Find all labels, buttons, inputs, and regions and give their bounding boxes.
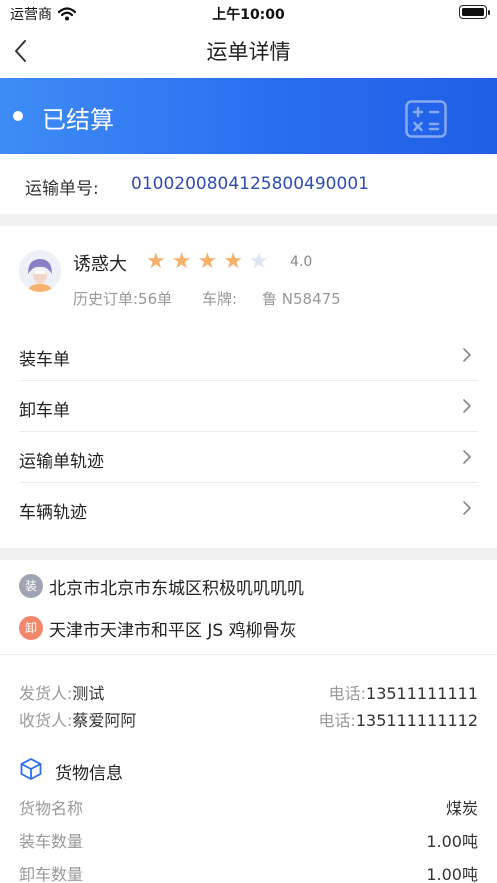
plate-label: 车牌: xyxy=(202,290,238,308)
chevron-right-icon xyxy=(463,450,471,464)
goods-label: 货物名称 xyxy=(19,799,84,818)
status-bar: 运营商 上午10:00 xyxy=(0,0,497,26)
order-number-label: 运输单号: xyxy=(25,179,99,199)
driver-card: 诱惑大 ★ ★ ★ ★ ★ 4.0 历史订单:56单 车牌: 鲁 N58475 xyxy=(0,226,497,321)
menu-item-vehicle-track[interactable]: 车辆轨迹 xyxy=(19,483,478,534)
receiver-label-group: 收货人:蔡爱阿阿 xyxy=(19,707,136,731)
driver-avatar-icon xyxy=(19,250,61,292)
receiver-name: 蔡爱阿阿 xyxy=(72,711,137,730)
sender-phone-group: 电话:13511111111 xyxy=(329,680,478,704)
section-gap xyxy=(0,548,497,560)
sender-label: 发货人: xyxy=(19,684,73,703)
star-icon: ★ xyxy=(248,249,269,274)
driver-name: 诱惑大 xyxy=(73,254,127,275)
page-title: 运单详情 xyxy=(206,40,291,64)
rating-value: 4.0 xyxy=(290,254,313,270)
star-icon: ★ xyxy=(223,249,243,274)
goods-label: 卸车数量 xyxy=(19,865,84,883)
chevron-right-icon xyxy=(463,399,471,413)
star-icon: ★ xyxy=(171,249,192,274)
phone-label: 电话: xyxy=(318,711,356,730)
goods-value: 1.00吨 xyxy=(426,865,478,883)
phone-label: 电话: xyxy=(328,684,367,703)
menu-item-waybill-track[interactable]: 运输单轨迹 xyxy=(19,432,478,483)
unload-badge: 卸 xyxy=(19,616,43,640)
chevron-right-icon xyxy=(463,348,471,362)
rating-stars: ★ ★ ★ ★ ★ xyxy=(146,251,269,273)
load-address: 装 北京市北京市东城区积极叽叽叽叽 xyxy=(19,568,478,608)
load-address-text: 北京市北京市东城区积极叽叽叽叽 xyxy=(49,579,304,599)
receiver-phone[interactable]: 135111111112 xyxy=(356,711,478,730)
status-dot xyxy=(13,111,23,121)
sender-phone[interactable]: 13511111111 xyxy=(366,684,478,703)
menu-item-label: 运输单轨迹 xyxy=(19,452,104,472)
order-number-row: 运输单号: 0100200804125800490001 xyxy=(0,154,497,214)
goods-label: 装车数量 xyxy=(19,832,84,851)
goods-value: 煤炭 xyxy=(445,799,478,818)
avatar xyxy=(19,250,61,292)
menu-item-loading-doc[interactable]: 装车单 xyxy=(19,330,478,381)
menu-item-label: 卸车单 xyxy=(19,401,70,421)
status-banner: 已结算 xyxy=(0,78,497,154)
goods-title: 货物信息 xyxy=(55,764,123,784)
calculator-icon xyxy=(405,100,447,138)
goods-row: 装车数量 1.00吨 xyxy=(19,828,478,854)
star-icon: ★ xyxy=(197,249,218,274)
goods-row: 卸车数量 1.00吨 xyxy=(19,861,478,883)
clock: 上午10:00 xyxy=(212,7,285,23)
order-number-value: 0100200804125800490001 xyxy=(131,174,369,194)
battery-icon xyxy=(459,5,490,19)
goods-row: 货物名称 煤炭 xyxy=(19,795,478,821)
plate-number: 鲁 N58475 xyxy=(262,290,341,308)
goods-value: 1.00吨 xyxy=(426,832,478,851)
order-status: 已结算 xyxy=(42,106,114,134)
receiver-label: 收货人: xyxy=(19,711,73,730)
load-badge: 装 xyxy=(19,574,43,598)
chevron-right-icon xyxy=(463,501,471,515)
order-history: 历史订单:56单 xyxy=(73,290,173,308)
unload-address-text: 天津市天津市和平区 JS 鸡柳骨灰 xyxy=(49,621,297,641)
receiver-phone-group: 电话:135111111112 xyxy=(318,707,478,731)
menu-item-unloading-doc[interactable]: 卸车单 xyxy=(19,381,478,432)
sender-name: 测试 xyxy=(72,684,105,703)
receiver-row: 收货人:蔡爱阿阿 电话:135111111112 xyxy=(19,707,478,733)
goods-section-header: 货物信息 xyxy=(19,756,319,784)
menu-item-label: 装车单 xyxy=(19,350,70,370)
sender-row: 发货人:测试 电话:13511111111 xyxy=(19,680,478,706)
menu-item-label: 车辆轨迹 xyxy=(19,503,87,523)
unload-address: 卸 天津市天津市和平区 JS 鸡柳骨灰 xyxy=(19,610,478,650)
package-icon xyxy=(20,758,42,780)
divider xyxy=(0,654,497,655)
section-gap xyxy=(0,214,497,226)
sender-label-group: 发货人:测试 xyxy=(19,680,104,704)
star-icon: ★ xyxy=(146,249,166,274)
nav-bar: 运单详情 xyxy=(0,26,497,76)
